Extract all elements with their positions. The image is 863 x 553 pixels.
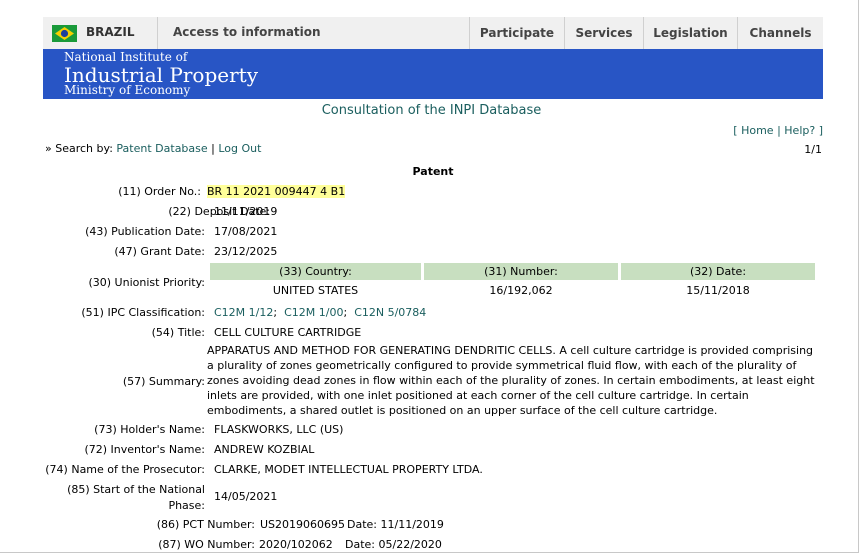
logout-link[interactable]: Log Out	[218, 142, 261, 155]
page-counter: 1/1	[804, 143, 822, 156]
ipc-link[interactable]: C12N 5/0784	[354, 306, 426, 319]
ipc-separator: ;	[273, 306, 278, 319]
title-value: CELL CULTURE CARTRIDGE	[214, 326, 362, 339]
holder-name-label: (73) Holder's Name:	[94, 423, 205, 436]
page-title: Consultation of the INPI Database	[321, 103, 542, 118]
banner-line-1: National Institute of	[64, 50, 188, 64]
national-phase-label-line2: Phase:	[168, 499, 205, 512]
brazil-link[interactable]: BRAZIL	[43, 17, 158, 49]
prosecutor-name-value: CLARKE, MODET INTELLECTUAL PROPERTY LTDA…	[214, 463, 483, 476]
nav-channels[interactable]: Channels	[737, 17, 823, 49]
order-number-value: BR 11 2021 009447 4 B1	[207, 185, 346, 198]
wo-number-label: (87) WO Number:	[158, 538, 255, 551]
pct-date-value: Date: 11/11/2019	[347, 518, 444, 531]
ipc-separator: ;	[343, 306, 348, 319]
nav-legislation[interactable]: Legislation	[643, 17, 737, 49]
priority-date-header: (32) Date:	[621, 263, 815, 280]
priority-number-header: (31) Number:	[424, 263, 618, 280]
priority-country-header: (33) Country:	[210, 263, 421, 280]
nav-participate[interactable]: Participate	[469, 17, 564, 49]
brazil-label: BRAZIL	[86, 25, 135, 39]
title-label: (54) Title:	[151, 326, 205, 339]
prosecutor-name-label: (74) Name of the Prosecutor:	[45, 463, 205, 476]
brazil-flag-icon	[52, 25, 77, 42]
help-link[interactable]: Help?	[784, 124, 815, 137]
summary-label: (57) Summary:	[122, 375, 205, 388]
pct-number-label: (86) PCT Number:	[156, 518, 255, 531]
deposit-date-value: 11/11/2019	[214, 205, 278, 218]
grant-date-label: (47) Grant Date:	[114, 245, 205, 258]
inpi-banner[interactable]: National Institute of Industrial Propert…	[43, 49, 823, 99]
wo-number-value: 2020/102062	[259, 538, 333, 551]
section-title: Patent	[412, 165, 454, 178]
banner-line-3: Ministry of Economy	[64, 83, 191, 97]
gov-nav: Participate Services Legislation Channel…	[469, 17, 823, 49]
ipc-link[interactable]: C12M 1/00	[284, 306, 343, 319]
inventor-name-value: ANDREW KOZBIAL	[214, 443, 315, 456]
nav-services[interactable]: Services	[564, 17, 643, 49]
holder-name-value: FLASKWORKS, LLC (US)	[214, 423, 344, 436]
wo-date-value: Date: 05/22/2020	[345, 538, 442, 551]
publication-date-label: (43) Publication Date:	[85, 225, 205, 238]
gov-bar: BRAZIL Access to information Participate…	[43, 17, 823, 50]
ipc-classification-label: (51) IPC Classification:	[81, 306, 205, 319]
priority-number-value: 16/192,062	[489, 284, 553, 297]
inventor-name-label: (72) Inventor's Name:	[84, 443, 205, 456]
patent-database-link[interactable]: Patent Database	[116, 142, 207, 155]
pct-number-value: US2019060695	[260, 518, 346, 531]
search-by-label: » Search by:	[45, 142, 113, 155]
search-by-bar: » Search by: Patent Database | Log Out	[45, 142, 262, 155]
help-links: [ Home | Help? ]	[733, 124, 823, 137]
ipc-link[interactable]: C12M 1/12	[214, 306, 273, 319]
access-to-information-link[interactable]: Access to information	[173, 25, 321, 39]
ipc-classification-list: C12M 1/12; C12M 1/00; C12N 5/0784	[214, 306, 426, 319]
priority-country-value: UNITED STATES	[272, 284, 359, 297]
publication-date-value: 17/08/2021	[214, 225, 278, 238]
order-number-label: (11) Order No.:	[118, 185, 201, 198]
national-phase-value: 14/05/2021	[214, 490, 278, 503]
priority-date-value: 15/11/2018	[686, 284, 750, 297]
home-link[interactable]: Home	[741, 124, 773, 137]
national-phase-label-line1: (85) Start of the National	[67, 483, 205, 496]
unionist-priority-label: (30) Unionist Priority:	[88, 276, 205, 289]
summary-value: APPARATUS AND METHOD FOR GENERATING DEND…	[207, 344, 815, 417]
grant-date-value: 23/12/2025	[214, 245, 278, 258]
